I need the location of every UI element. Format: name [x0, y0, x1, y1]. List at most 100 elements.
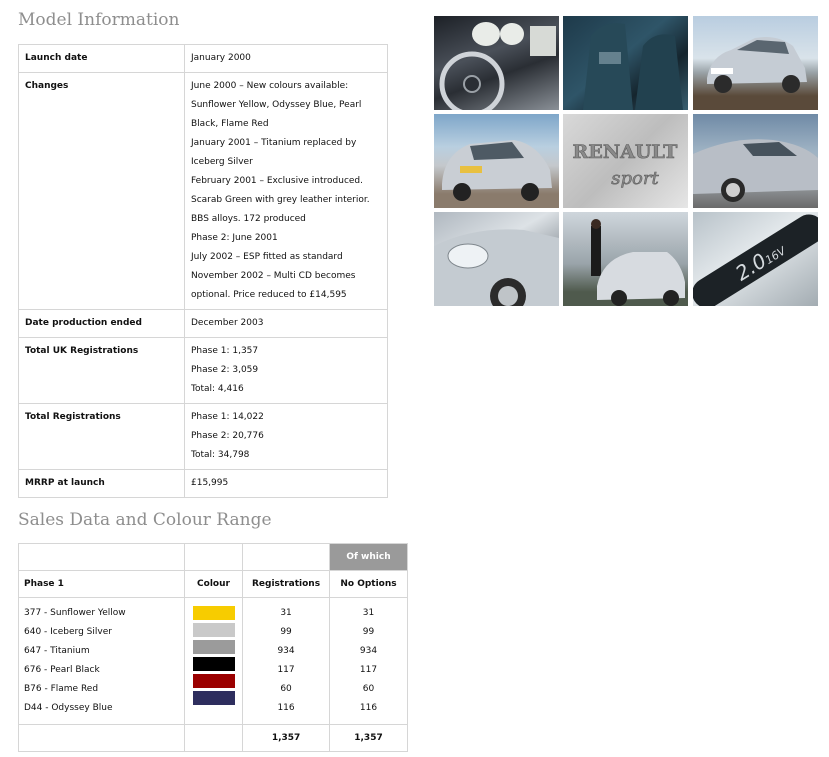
model-value-line: Phase 2: 3,059 — [191, 365, 259, 375]
model-value-line: Black, Flame Red — [191, 119, 269, 129]
registrations-value: 934 — [277, 646, 295, 656]
model-row-value: Phase 1: 1,357 Phase 2: 3,059 Total: 4,416 — [184, 337, 388, 404]
model-row: Launch date January 2000 — [18, 44, 388, 73]
colour-name: D44 - Odyssey Blue — [24, 703, 113, 713]
car-rear-illustration — [442, 140, 552, 201]
registrations-header: Registrations — [242, 570, 330, 598]
sales-data-heading: Sales Data and Colour Range — [18, 510, 272, 530]
model-value-line: January 2000 — [191, 53, 251, 63]
colour-swatches-column — [183, 597, 244, 725]
sales-table-body-row: 377 - Sunflower Yellow 640 - Iceberg Silv… — [18, 597, 409, 725]
colour-name: 377 - Sunflower Yellow — [24, 608, 126, 618]
model-value-line: Iceberg Silver — [191, 157, 253, 167]
total-no-options: 1,357 — [328, 724, 409, 752]
colour-name: 676 - Pearl Black — [24, 665, 100, 675]
car-rear-photo — [434, 114, 559, 208]
model-value-line: July 2002 – ESP fitted as standard — [191, 252, 343, 262]
colour-swatch — [192, 691, 235, 705]
model-value-line: Total: 4,416 — [191, 384, 244, 394]
model-value-line: January 2001 – Titanium replaced by — [191, 138, 357, 148]
registrations-value: 60 — [280, 684, 292, 694]
model-row-label: MRRP at launch — [18, 469, 185, 498]
renault-sport-badge-photo: RENAULT sport — [563, 114, 688, 208]
seat-photo — [563, 16, 688, 110]
model-value-line: June 2000 – New colours available: — [191, 81, 349, 91]
model-row: MRRP at launch £15,995 — [18, 469, 388, 498]
model-row-label: Launch date — [18, 44, 185, 73]
no-options-value: 116 — [359, 703, 378, 713]
model-value-line: Total: 34,798 — [191, 450, 250, 460]
colour-swatch — [192, 606, 235, 620]
2-0-16v-badge: 2.0 16V — [693, 214, 818, 306]
model-row-value: June 2000 – New colours available: Sunflo… — [184, 72, 388, 310]
sales-data-table: Of which Phase 1 Colour Registrations No… — [18, 543, 409, 752]
colour-swatch — [192, 657, 235, 671]
model-row-value: Phase 1: 14,022 Phase 2: 20,776 Total: 34,… — [184, 403, 388, 470]
colour-header: Colour — [183, 570, 244, 598]
dashboard-photo — [434, 16, 559, 110]
model-row-label: Date production ended — [18, 309, 185, 338]
colour-name: 647 - Titanium — [24, 646, 90, 656]
empty-total-cell — [18, 724, 185, 752]
car-side-photo — [693, 114, 818, 208]
no-options-value: 99 — [362, 627, 375, 637]
model-with-car-illustration — [591, 219, 685, 306]
model-value-line: February 2001 – Exclusive introduced. — [191, 176, 364, 186]
model-row-label: Total UK Registrations — [18, 337, 185, 404]
colour-swatch — [192, 674, 235, 688]
colour-names-column: 377 - Sunflower Yellow 640 - Iceberg Silv… — [18, 597, 185, 725]
car-headlight-photo — [434, 212, 559, 306]
no-options-value: 31 — [362, 608, 375, 618]
model-value-line: Phase 1: 1,357 — [191, 346, 259, 356]
no-options-value: 117 — [359, 665, 378, 675]
total-registrations: 1,357 — [242, 724, 330, 752]
sales-table-top-header-row: Of which — [18, 543, 409, 571]
model-row-value: January 2000 — [184, 44, 388, 73]
colour-swatch — [192, 623, 235, 637]
no-options-header: No Options — [328, 570, 409, 598]
model-row-value: £15,995 — [184, 469, 388, 498]
model-row: Changes June 2000 – New colours available… — [18, 72, 388, 310]
2-0-16v-logo-photo: 2.0 16V — [693, 212, 818, 306]
dashboard-illustration — [439, 22, 556, 110]
phase-header: Phase 1 — [18, 570, 185, 598]
model-row-label: Total Registrations — [18, 403, 185, 470]
model-with-car-photo — [563, 212, 688, 306]
car-front-photo — [693, 16, 818, 110]
sales-table-header-row: Phase 1 Colour Registrations No Options — [18, 570, 409, 598]
colour-name: 640 - Iceberg Silver — [24, 627, 112, 637]
renault-sport-badge: RENAULT sport — [572, 141, 678, 190]
model-row-value: December 2003 — [184, 309, 388, 338]
of-which-header: Of which — [328, 543, 409, 571]
svg-text:RENAULT: RENAULT — [573, 141, 678, 163]
model-value-line: optional. Price reduced to £14,595 — [191, 290, 347, 300]
registrations-value: 99 — [280, 627, 292, 637]
model-row-label: Changes — [18, 72, 185, 310]
empty-header-cell — [18, 543, 185, 571]
empty-header-cell — [183, 543, 244, 571]
model-value-line: £15,995 — [191, 478, 229, 488]
colour-name: B76 - Flame Red — [24, 684, 99, 694]
model-information-heading: Model Information — [18, 10, 180, 30]
model-value-line: Phase 2: June 2001 — [191, 233, 278, 243]
model-value-line: Sunflower Yellow, Odyssey Blue, Pearl — [191, 100, 362, 110]
no-options-value: 934 — [359, 646, 378, 656]
empty-total-cell — [183, 724, 244, 752]
registrations-value: 117 — [277, 665, 295, 675]
model-value-line: BBS alloys. 172 produced — [191, 214, 306, 224]
car-side-illustration — [693, 139, 818, 202]
model-value-line: December 2003 — [191, 318, 264, 328]
model-value-line: Scarab Green with grey leather interior. — [191, 195, 370, 205]
model-value-line: Phase 2: 20,776 — [191, 431, 264, 441]
no-options-value: 60 — [362, 684, 375, 694]
model-value-line: November 2002 – Multi CD becomes — [191, 271, 356, 281]
colour-swatch — [192, 640, 235, 654]
sales-table-total-row: 1,357 1,357 — [18, 724, 409, 752]
seat-illustration — [583, 23, 683, 110]
car-headlight-illustration — [434, 229, 559, 306]
model-row: Total UK Registrations Phase 1: 1,357 Phas… — [18, 337, 388, 404]
car-front-illustration — [707, 37, 807, 93]
model-row: Total Registrations Phase 1: 14,022 Phase … — [18, 403, 388, 470]
model-value-line: Phase 1: 14,022 — [191, 412, 264, 422]
photo-gallery: RENAULT sport 2.0 16V — [434, 16, 818, 307]
